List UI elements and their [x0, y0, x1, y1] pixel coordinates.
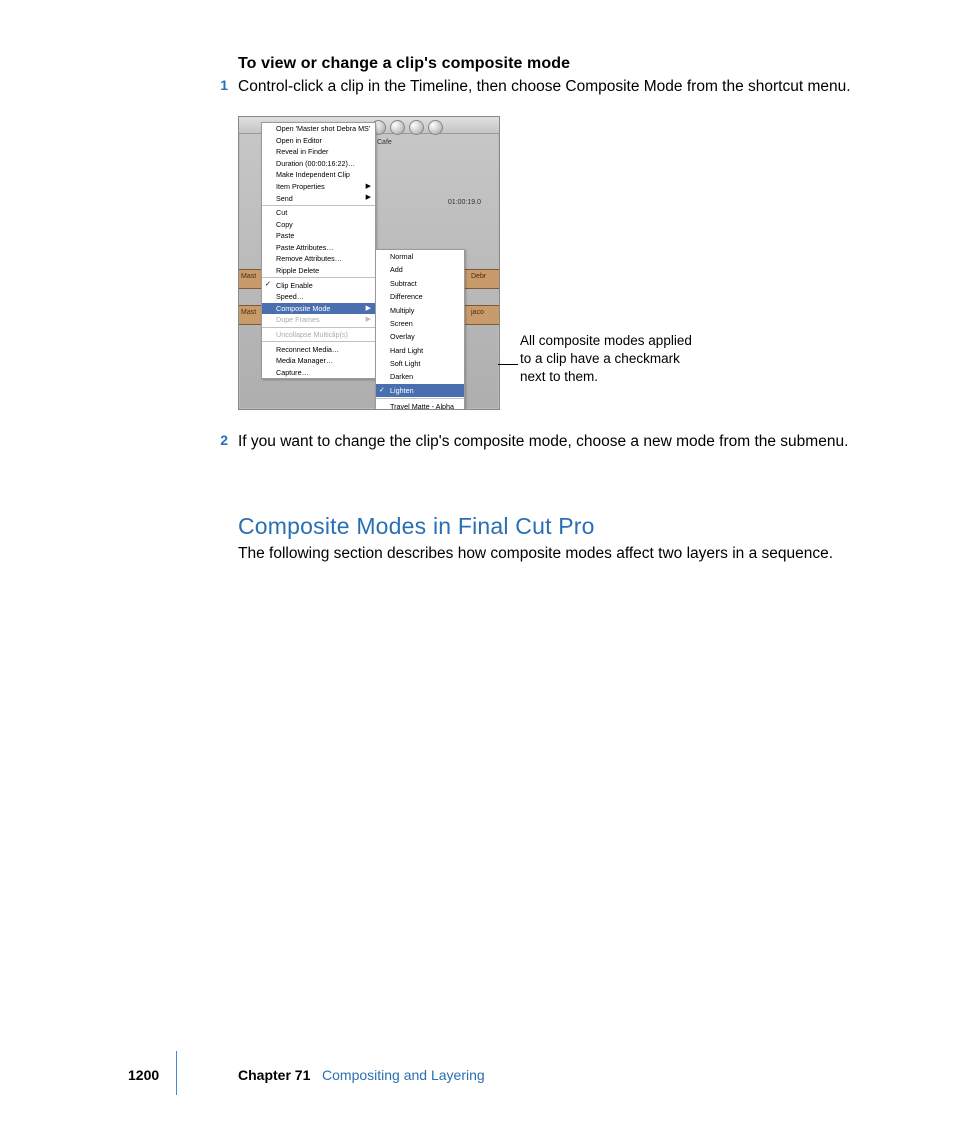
tab-label: Cafe — [377, 139, 392, 146]
step-text: Control-click a clip in the Timeline, th… — [238, 77, 851, 98]
submenu-item-overlay[interactable]: Overlay — [376, 330, 464, 343]
transport-buttons — [371, 120, 443, 135]
menu-item-clip-enable[interactable]: ✓Clip Enable — [262, 279, 375, 291]
section-body: The following section describes how comp… — [238, 544, 878, 565]
menu-item-composite-mode[interactable]: Composite Mode▶ — [262, 303, 375, 315]
submenu-item-difference[interactable]: Difference — [376, 290, 464, 303]
play-icon[interactable] — [409, 120, 424, 135]
step-1: 1 Control-click a clip in the Timeline, … — [238, 77, 878, 98]
chevron-right-icon: ▶ — [366, 183, 371, 190]
menu-item-item-properties[interactable]: Item Properties▶ — [262, 181, 375, 193]
submenu-item-subtract[interactable]: Subtract — [376, 277, 464, 290]
menu-item-open-clip[interactable]: Open 'Master shot Debra MS' — [262, 123, 375, 135]
callout-text: All composite modes applied to a clip ha… — [520, 332, 700, 385]
menu-item-send[interactable]: Send▶ — [262, 192, 375, 204]
composite-mode-submenu[interactable]: Normal Add Subtract Difference Multiply … — [375, 249, 465, 410]
task-title: To view or change a clip's composite mod… — [238, 55, 878, 73]
menu-item-media-manager[interactable]: Media Manager… — [262, 355, 375, 367]
submenu-item-travel-matte-alpha[interactable]: Travel Matte - Alpha — [376, 400, 464, 410]
page-footer: 1200 Chapter 71 Compositing and Layering — [0, 1071, 954, 1091]
menu-item-cut[interactable]: Cut — [262, 207, 375, 219]
chevron-right-icon: ▶ — [366, 305, 371, 312]
menu-item-make-independent[interactable]: Make Independent Clip — [262, 169, 375, 181]
step-text: If you want to change the clip's composi… — [238, 432, 848, 453]
clip-label: Mast — [241, 273, 256, 280]
menu-item-ripple-delete[interactable]: Ripple Delete — [262, 265, 375, 277]
clip-label: Debr — [471, 273, 486, 280]
step-number: 2 — [212, 432, 228, 453]
menu-item-dupe-frames: Dupe Frames▶ — [262, 314, 375, 326]
step-2: 2 If you want to change the clip's compo… — [238, 432, 878, 453]
clip-label: jaco — [471, 309, 484, 316]
section-heading: Composite Modes in Final Cut Pro — [238, 513, 878, 540]
menu-item-open-editor[interactable]: Open in Editor — [262, 135, 375, 147]
play-icon[interactable] — [428, 120, 443, 135]
menu-item-paste-attributes[interactable]: Paste Attributes… — [262, 242, 375, 254]
menu-item-paste[interactable]: Paste — [262, 230, 375, 242]
check-icon: ✓ — [379, 386, 385, 394]
figure: Cafe 01:00:19.0 Mast Debr Mast jaco Open… — [238, 116, 878, 410]
menu-item-speed[interactable]: Speed… — [262, 291, 375, 303]
menu-item-capture[interactable]: Capture… — [262, 366, 375, 378]
submenu-item-screen[interactable]: Screen — [376, 317, 464, 330]
footer-rule — [176, 1051, 177, 1095]
menu-item-copy[interactable]: Copy — [262, 219, 375, 231]
menu-item-reconnect-media[interactable]: Reconnect Media… — [262, 343, 375, 355]
menu-item-reveal-finder[interactable]: Reveal in Finder — [262, 146, 375, 158]
clip-label: Mast — [241, 309, 256, 316]
submenu-item-lighten[interactable]: ✓Lighten — [376, 384, 464, 397]
chevron-right-icon: ▶ — [366, 194, 371, 201]
chapter-title: Compositing and Layering — [322, 1067, 485, 1083]
menu-item-remove-attributes[interactable]: Remove Attributes… — [262, 253, 375, 265]
chapter-label: Chapter 71 — [238, 1067, 310, 1083]
callout-leader-line — [498, 364, 518, 365]
submenu-item-add[interactable]: Add — [376, 263, 464, 276]
submenu-item-darken[interactable]: Darken — [376, 370, 464, 383]
chevron-right-icon: ▶ — [366, 316, 371, 323]
chapter-reference: Chapter 71 Compositing and Layering — [238, 1067, 485, 1083]
menu-item-duration[interactable]: Duration (00:00:16:22)… — [262, 158, 375, 170]
screenshot: Cafe 01:00:19.0 Mast Debr Mast jaco Open… — [238, 116, 500, 410]
timecode-label: 01:00:19.0 — [448, 199, 481, 206]
step-number: 1 — [212, 77, 228, 98]
submenu-item-soft-light[interactable]: Soft Light — [376, 357, 464, 370]
submenu-item-multiply[interactable]: Multiply — [376, 303, 464, 316]
submenu-item-hard-light[interactable]: Hard Light — [376, 344, 464, 357]
context-menu[interactable]: Open 'Master shot Debra MS' Open in Edit… — [261, 122, 376, 379]
check-icon: ✓ — [265, 281, 271, 288]
play-icon[interactable] — [390, 120, 405, 135]
submenu-item-normal[interactable]: Normal — [376, 250, 464, 263]
menu-item-uncollapse: Uncollapse Multiclip(s) — [262, 329, 375, 341]
page-number: 1200 — [128, 1067, 159, 1083]
